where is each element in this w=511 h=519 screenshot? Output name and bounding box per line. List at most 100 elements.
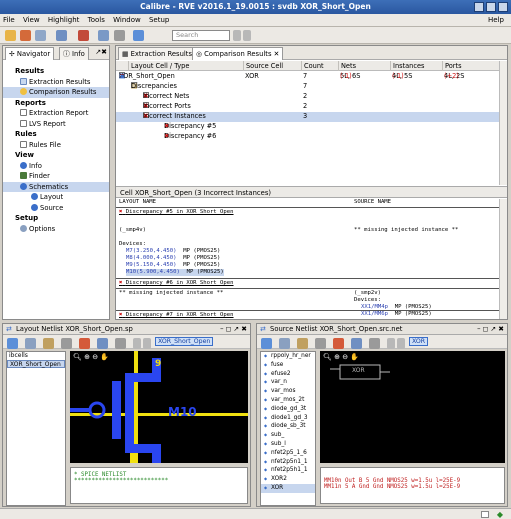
back-icon[interactable]	[387, 338, 395, 349]
filter-icon[interactable]	[114, 30, 125, 41]
settings-icon[interactable]	[56, 30, 67, 41]
search-prev-icon[interactable]	[233, 30, 241, 41]
cell-item[interactable]: nfet2p5_1_6	[261, 449, 315, 458]
panel-window-controls[interactable]: – ◻ ↗ ✖	[477, 324, 504, 335]
cell-item[interactable]: sub_l	[261, 440, 315, 449]
nav-extraction-results[interactable]: Extraction Results	[3, 77, 109, 88]
cell-item[interactable]: diode_sb_3t	[261, 422, 315, 431]
cell-item[interactable]: diode1_gd_3	[261, 414, 315, 423]
filter-icon[interactable]	[43, 338, 54, 349]
source-cell-chip[interactable]: XOR	[409, 337, 429, 346]
tab-extraction-results[interactable]: ▦ Extraction Results	[118, 47, 196, 60]
menu-highlight[interactable]: Highlight	[45, 14, 83, 27]
cell-item[interactable]: nfet2p5n1_1	[261, 458, 315, 467]
nav-info[interactable]: Info	[3, 161, 109, 172]
cursor-icon[interactable]	[279, 338, 290, 349]
edit-icon[interactable]	[20, 30, 31, 41]
cell-item[interactable]: rppoly_hr_ner	[261, 352, 315, 361]
nav-extraction-report[interactable]: Extraction Report	[3, 108, 109, 119]
search-input[interactable]: Search	[172, 30, 230, 41]
minimize-button[interactable]	[474, 2, 484, 12]
cell-item[interactable]: fuse	[261, 361, 315, 370]
table-scrollbar[interactable]	[499, 61, 507, 185]
back-icon[interactable]	[133, 338, 141, 349]
cell-item[interactable]: nfet2p5h1_1	[261, 466, 315, 475]
table-row[interactable]: – ✖ Incorrect Instances 3	[116, 112, 499, 122]
device-line[interactable]: M9(5.150,4.450) MP (PMOS25)	[126, 262, 220, 269]
print-icon[interactable]	[369, 338, 380, 349]
nav-comparison-results[interactable]: Comparison Results	[3, 87, 109, 98]
tab-comparison-results[interactable]: ◎ Comparison Results ✕	[192, 47, 284, 60]
print-icon[interactable]	[115, 338, 126, 349]
cursor-icon[interactable]	[25, 338, 36, 349]
table-row[interactable]: + ✖ Incorrect Ports 2	[116, 102, 499, 112]
search-next-icon[interactable]	[243, 30, 251, 41]
device-line[interactable]: M7(3.250,4.450) MP (PMOS25)	[126, 248, 220, 255]
eye-icon[interactable]	[261, 338, 272, 349]
highlight-icon[interactable]	[78, 30, 89, 41]
highlight-icon[interactable]	[79, 338, 90, 349]
discrepancy-6-title[interactable]: ✖ Discrepancy #6 in XOR_Short_Open	[119, 280, 234, 287]
layout-cell-chip[interactable]: XOR_Short_Open	[155, 337, 214, 346]
eye-icon[interactable]	[7, 338, 18, 349]
menu-setup[interactable]: Setup	[146, 14, 172, 27]
menu-file[interactable]: File	[0, 14, 18, 27]
nav-rules-file[interactable]: Rules File	[3, 140, 109, 151]
cell-item[interactable]: XOR_Short_Open	[7, 360, 65, 368]
cell-item[interactable]: var_mos_2t	[261, 396, 315, 405]
col-nets[interactable]: Nets	[338, 61, 356, 71]
schematic-canvas[interactable]: 🔍︎ ⊕ ⊖ ✋ XOR	[320, 351, 505, 463]
highlight-icon[interactable]	[333, 338, 344, 349]
close-button[interactable]	[498, 2, 508, 12]
netlist-line[interactable]: MM10n Out B 5 Gnd NMOS25 w=1.5u l=25E-9	[321, 468, 504, 484]
cell-item[interactable]: efuse2	[261, 370, 315, 379]
edit-icon[interactable]	[315, 338, 326, 349]
nav-finder[interactable]: Finder	[3, 171, 109, 182]
menu-window[interactable]: Window	[110, 14, 144, 27]
discrepancy-5-title[interactable]: ✖ Discrepancy #5 in XOR_Short_Open	[119, 209, 234, 216]
col-source-cell[interactable]: Source Cell	[243, 61, 283, 71]
maximize-button[interactable]	[486, 2, 496, 12]
cell-item[interactable]: var_mos	[261, 387, 315, 396]
panel-window-controls[interactable]: – ◻ ↗ ✖	[220, 324, 247, 335]
nav-lvs-report[interactable]: LVS Report	[3, 119, 109, 130]
pin-icon[interactable]	[98, 30, 109, 41]
menu-tools[interactable]: Tools	[85, 14, 108, 27]
cell-item[interactable]: sub_	[261, 431, 315, 440]
forward-icon[interactable]	[143, 338, 151, 349]
col-count[interactable]: Count	[301, 61, 324, 71]
table-row[interactable]: + ✖ Incorrect Nets 2	[116, 92, 499, 102]
nav-layout[interactable]: Layout	[3, 192, 109, 203]
tools-icon[interactable]	[133, 30, 144, 41]
cell-item[interactable]: XOR	[261, 483, 315, 493]
tab-info[interactable]: ⓘ Info	[59, 47, 89, 60]
cell-item[interactable]: ibcells	[7, 352, 65, 360]
device-line[interactable]: M10(5.900,4.450) MP (PMOS25)	[126, 269, 224, 276]
tab-navigator[interactable]: ✢ Navigator	[5, 47, 55, 60]
cell-item[interactable]: XOR2	[261, 475, 315, 484]
table-row[interactable]: – ▤ Discrepancies 7	[116, 82, 499, 92]
edit-icon[interactable]	[61, 338, 72, 349]
table-row[interactable]: – ✖ XOR_Short_Open ▣ XOR 7 5L, 6S (-1) 4…	[116, 72, 499, 82]
nav-schematics[interactable]: Schematics	[3, 181, 109, 192]
close-icon[interactable]: ↗✖	[95, 48, 107, 56]
settings-icon[interactable]	[97, 338, 108, 349]
menu-help[interactable]: Help	[485, 14, 507, 27]
device-line[interactable]: XX1/MM6p MP (PMOS25)	[361, 311, 432, 318]
table-row[interactable]: ✖ Discrepancy #6	[116, 132, 499, 142]
device-line[interactable]: M8(4.000,4.450) MP (PMOS25)	[126, 255, 220, 262]
col-instances[interactable]: Instances	[390, 61, 424, 71]
zoom-icon[interactable]	[35, 30, 46, 41]
nav-options[interactable]: Options	[3, 224, 109, 235]
table-row[interactable]: ✖ Discrepancy #5	[116, 122, 499, 132]
discrepancy-7-title[interactable]: ✖ Discrepancy #7 in XOR_Short_Open	[119, 312, 234, 319]
nav-source[interactable]: Source	[3, 203, 109, 214]
col-ports[interactable]: Ports	[442, 61, 462, 71]
forward-icon[interactable]	[397, 338, 405, 349]
settings-icon[interactable]	[351, 338, 362, 349]
report-scrollbar[interactable]	[499, 199, 507, 319]
cell-item[interactable]: diode_gd_3t	[261, 405, 315, 414]
netlist-line[interactable]: MM11n 5 A Gnd Gnd NMOS25 w=1.5u l=25E-9	[321, 484, 504, 490]
menu-view[interactable]: View	[20, 14, 43, 27]
layout-canvas[interactable]: 🔍︎ ⊕ ⊖ ✋ 9 M10	[70, 351, 248, 463]
